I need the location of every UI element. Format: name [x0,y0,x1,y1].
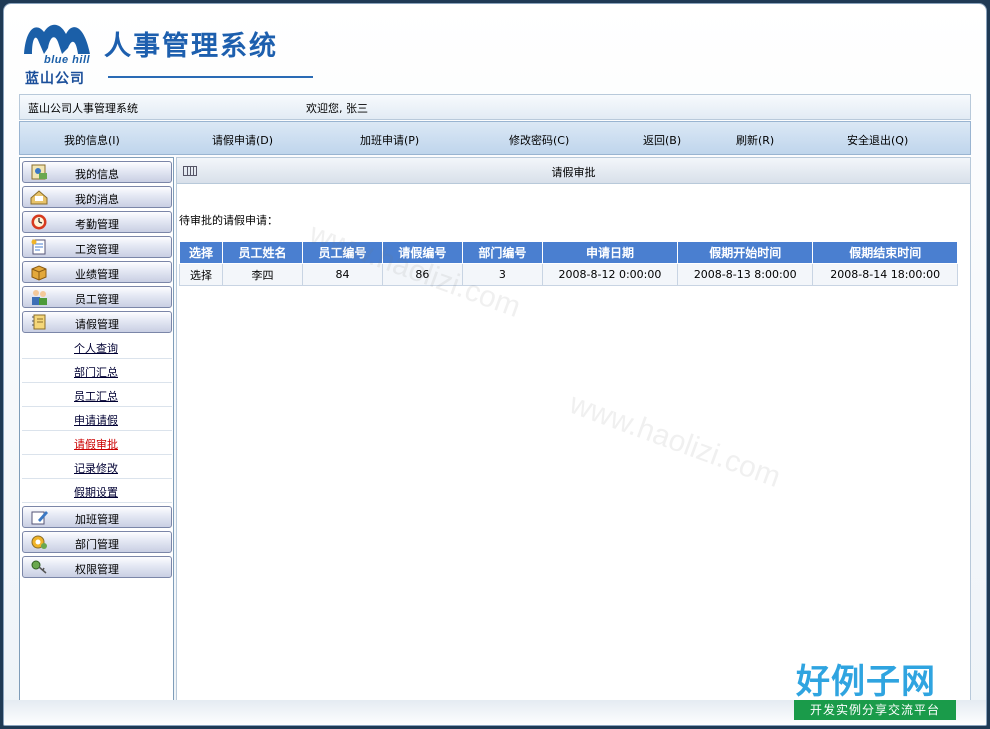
table-header-row: 选择 员工姓名 员工编号 请假编号 部门编号 申请日期 假期开始时间 假期结束时… [178,241,958,264]
submenu-link-leave-approval[interactable]: 请假审批 [74,436,118,452]
pencil-doc-icon [31,511,48,525]
submenu-record-edit: 记录修改 [22,455,172,479]
cell-employee-name: 李四 [222,263,303,286]
menu-label: 员工管理 [75,293,119,306]
box-icon [31,265,47,281]
header: blue hill 蓝山公司 人事管理系统 [4,4,986,92]
menu-label: 工资管理 [75,243,119,256]
menu-my-messages[interactable]: 我的消息 [22,186,172,208]
col-leave-id: 请假编号 [381,241,463,264]
clock-icon [31,214,47,230]
submenu-link-dept-summary[interactable]: 部门汇总 [74,364,118,380]
submenu-link-record-edit[interactable]: 记录修改 [74,460,118,476]
menu-salary[interactable]: 工资管理 [22,236,172,258]
cell-apply-date: 2008-8-12 0:00:00 [541,263,679,286]
col-leave-start: 假期开始时间 [677,241,814,264]
message-icon [30,190,48,205]
menu-label: 加班管理 [75,513,119,526]
nav-back[interactable]: 返回(B) [643,132,681,148]
page-title: 请假审批 [551,166,596,179]
main-panel: 请假审批 待审批的请假申请： 选择 员工姓名 员工编号 请假编号 部门编号 申请… [176,157,971,702]
submenu-link-employee-summary[interactable]: 员工汇总 [74,388,118,404]
nav-logout[interactable]: 安全退出(Q) [847,132,908,148]
logo-company-name: 蓝山公司 [25,71,85,87]
menu-label: 考勤管理 [75,218,119,231]
submenu-holiday-settings: 假期设置 [22,479,172,503]
menu-label: 权限管理 [75,563,119,576]
gear-icon [31,535,47,549]
col-apply-date: 申请日期 [541,241,679,264]
menu-overtime[interactable]: 加班管理 [22,506,172,528]
table-row: 选择 李四 84 86 3 2008-8-12 0:00:00 2008-8-1… [178,263,958,286]
brand-watermark: 好例子网 开发实例分享交流平台 [792,654,960,724]
cell-employee-id: 84 [301,263,383,286]
menu-permissions[interactable]: 权限管理 [22,556,172,578]
menu-label: 业绩管理 [75,268,119,281]
notebook-icon [32,314,46,330]
main-titlebar: 请假审批 [177,158,970,184]
app-window: blue hill 蓝山公司 人事管理系统 蓝山公司人事管理系统 欢迎您, 张三… [3,3,987,726]
nav-leave-request[interactable]: 请假申请(D) [212,132,273,148]
menu-performance[interactable]: 业绩管理 [22,261,172,283]
menu-my-info[interactable]: 我的信息 [22,161,172,183]
title-underline [108,76,313,78]
cell-leave-id: 86 [381,263,463,286]
menu-employees[interactable]: 员工管理 [22,286,172,308]
nav-change-password[interactable]: 修改密码(C) [509,132,569,148]
menu-leave[interactable]: 请假管理 [22,311,172,333]
submenu-apply-leave: 申请请假 [22,407,172,431]
brand-watermark-subtitle: 开发实例分享交流平台 [794,700,956,720]
welcome-text: 欢迎您, 张三 [306,102,368,115]
menu-label: 我的信息 [75,168,119,181]
people-icon [32,290,47,305]
status-system-name: 蓝山公司人事管理系统 [28,102,138,115]
logo-english-text: blue hill [44,54,91,66]
submenu-personal-query: 个人查询 [22,335,172,359]
status-bar: 蓝山公司人事管理系统 欢迎您, 张三 [19,94,971,120]
col-employee-id: 员工编号 [301,241,383,264]
nav-refresh[interactable]: 刷新(R) [736,132,774,148]
submenu-link-apply-leave[interactable]: 申请请假 [74,412,118,428]
system-title: 人事管理系统 [104,31,278,62]
leave-requests-table: 选择 员工姓名 员工编号 请假编号 部门编号 申请日期 假期开始时间 假期结束时… [178,241,958,286]
salary-doc-icon [31,239,46,255]
info-card-icon [31,164,47,180]
cell-leave-start: 2008-8-13 8:00:00 [677,263,814,286]
menu-department[interactable]: 部门管理 [22,531,172,553]
top-nav-bar: 我的信息(I) 请假申请(D) 加班申请(P) 修改密码(C) 返回(B) 刷新… [19,121,971,155]
blue-hill-logo-icon [24,24,90,54]
brand-watermark-title: 好例子网 [796,662,936,702]
submenu-leave-approval: 请假审批 [22,431,172,455]
col-leave-end: 假期结束时间 [812,241,958,264]
col-dept-id: 部门编号 [461,241,543,264]
menu-attendance[interactable]: 考勤管理 [22,211,172,233]
cell-leave-end: 2008-8-14 18:00:00 [812,263,958,286]
submenu-employee-summary: 员工汇总 [22,383,172,407]
cell-dept-id: 3 [461,263,543,286]
sidebar: 我的信息 我的消息 考勤管理 工资管理 业绩管理 员工管理 请假管理 个人查询 [19,157,174,702]
select-link[interactable]: 选择 [178,263,224,286]
nav-overtime-request[interactable]: 加班申请(P) [360,132,419,148]
submenu-dept-summary: 部门汇总 [22,359,172,383]
nav-my-info[interactable]: 我的信息(I) [64,132,120,148]
menu-label: 部门管理 [75,538,119,551]
pending-requests-label: 待审批的请假申请： [179,214,278,227]
key-icon [31,560,47,574]
submenu-link-personal-query[interactable]: 个人查询 [74,340,118,356]
menu-label: 请假管理 [75,318,119,331]
col-employee-name: 员工姓名 [222,241,303,264]
col-select: 选择 [178,241,224,264]
menu-label: 我的消息 [75,193,119,206]
submenu-link-holiday-settings[interactable]: 假期设置 [74,484,118,500]
